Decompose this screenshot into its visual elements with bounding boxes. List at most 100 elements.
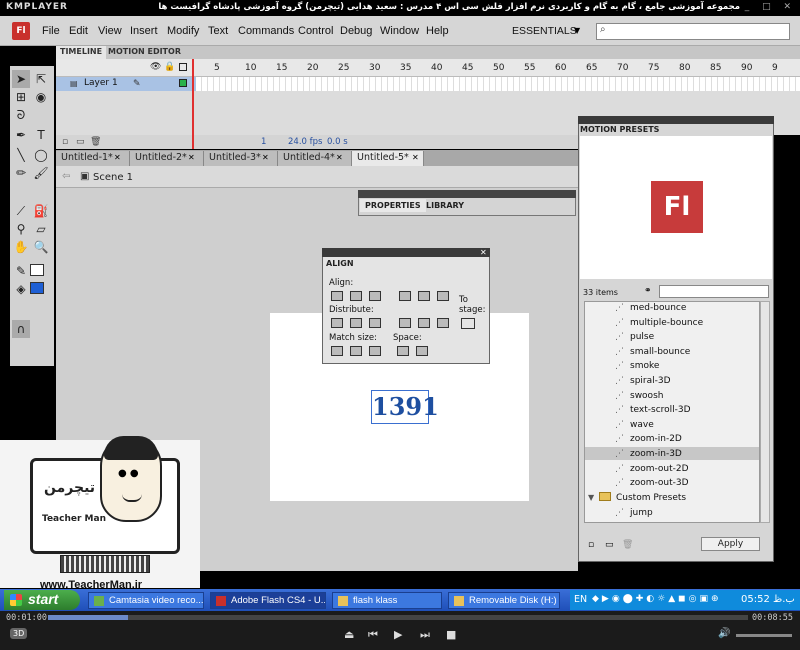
preset-item[interactable]: small-bounce [630,347,690,357]
play-icon[interactable]: ▶ [394,628,402,641]
stroke-color-icon[interactable]: ✎ [12,262,30,280]
menu-view[interactable]: View [98,25,122,37]
free-transform-icon[interactable]: ⊞ [12,88,30,106]
task-flash[interactable]: Adobe Flash CS4 - U... [210,592,326,609]
hand-tool-icon[interactable]: ✋ [12,238,30,256]
menu-edit[interactable]: Edit [69,25,88,37]
distribute-left-icon[interactable] [399,318,411,328]
task-flash-klass[interactable]: flash klass [332,592,442,609]
distribute-bottom-icon[interactable] [369,318,381,328]
layer-name[interactable]: Layer 1 [84,78,118,88]
match-width-icon[interactable] [331,346,343,356]
preset-item[interactable]: text-scroll-3D [630,405,691,415]
preset-item[interactable]: spiral-3D [630,376,671,386]
preset-item[interactable]: zoom-out-2D [630,464,689,474]
folder-toggle-icon[interactable]: ▼ [588,493,594,502]
preset-item[interactable]: wave [630,420,654,430]
close-icon[interactable]: ✕ [412,153,419,162]
preset-jump[interactable]: jump [630,508,653,518]
tab-properties[interactable]: PROPERTIES [360,199,426,212]
close-icon[interactable]: ✕ [114,153,121,162]
new-folder-icon[interactable]: ▭ [605,540,614,550]
stroke-color-swatch[interactable] [30,264,44,276]
tab-motion-editor[interactable]: MOTION EDITOR [104,46,185,59]
new-layer-icon[interactable]: ▫ [62,137,68,147]
menu-file[interactable]: File [42,25,60,37]
eyedropper-icon[interactable]: ⚲ [12,220,30,238]
menu-insert[interactable]: Insert [130,25,158,37]
zoom-tool-icon[interactable]: 🔍 [32,238,50,256]
eraser-icon[interactable]: ▱ [32,220,50,238]
previous-icon[interactable]: ⏮ [368,628,378,642]
new-folder-icon[interactable]: ▭ [76,137,85,147]
workspace-switcher[interactable]: ESSENTIALS [512,25,577,37]
menu-help[interactable]: Help [426,25,449,37]
trash-icon[interactable]: 🗑 [90,137,101,147]
preset-item[interactable]: swoosh [630,391,663,401]
align-bottom-icon[interactable] [437,291,449,301]
pencil-tool-icon[interactable]: ✏ [12,164,30,182]
back-arrow-icon[interactable]: ⇦ [62,171,70,182]
seek-bar[interactable] [48,615,748,620]
align-left-icon[interactable] [331,291,343,301]
close-icon[interactable]: ✕ [336,153,343,162]
playhead[interactable] [192,59,194,149]
oval-tool-icon[interactable]: ◯ [32,146,50,164]
space-vertical-icon[interactable] [397,346,409,356]
fill-color-swatch[interactable] [30,282,44,294]
space-horizontal-icon[interactable] [416,346,428,356]
menu-debug[interactable]: Debug [340,25,372,37]
eject-icon[interactable]: ⏏ [344,628,354,641]
align-vcenter-icon[interactable] [418,291,430,301]
preset-search-input[interactable] [659,285,769,298]
language-indicator[interactable]: EN [574,594,587,605]
stop-icon[interactable]: ■ [446,628,456,641]
align-top-icon[interactable] [399,291,411,301]
apply-button[interactable]: Apply [701,537,760,551]
stage-text-object[interactable]: 1391 [371,390,439,424]
preset-item[interactable]: pulse [630,332,654,342]
volume-icon[interactable]: 🔊 [718,628,730,639]
tab-motion-presets[interactable]: MOTION PRESETS [580,125,659,134]
volume-slider[interactable] [736,634,792,637]
fill-color-icon[interactable]: ◈ [12,280,30,298]
motion-presets-title-bar[interactable] [578,116,774,124]
preset-item[interactable]: zoom-in-3D [630,449,682,459]
line-tool-icon[interactable]: ╲ [12,146,30,164]
chevron-down-icon[interactable]: ▼ [574,26,580,35]
preset-item[interactable]: zoom-in-2D [630,434,682,444]
distribute-right-icon[interactable] [437,318,449,328]
text-tool-icon[interactable]: T [32,126,50,144]
preset-item[interactable]: smoke [630,361,659,371]
menu-window[interactable]: Window [380,25,419,37]
3d-rotation-icon[interactable]: ◉ [32,88,50,106]
distribute-hcenter-icon[interactable] [418,318,430,328]
layer-color-icon[interactable] [179,79,187,87]
menu-text[interactable]: Text [208,25,228,37]
tab-library[interactable]: LIBRARY [421,199,469,212]
preset-item[interactable]: zoom-out-3D [630,478,689,488]
3d-toggle[interactable]: 3D [10,628,28,639]
distribute-vcenter-icon[interactable] [350,318,362,328]
player-window-controls[interactable]: _ □ ✕ [745,2,796,12]
scene-name[interactable]: Scene 1 [93,172,133,183]
eye-icon[interactable]: 👁 [150,62,161,72]
menu-commands[interactable]: Commands [238,25,294,37]
next-icon[interactable]: ⏭ [420,628,430,642]
align-panel-title-bar[interactable] [322,248,490,257]
match-height-icon[interactable] [350,346,362,356]
paint-bucket-icon[interactable]: ⛽ [32,202,50,220]
trash-icon[interactable]: 🗑 [622,540,633,550]
panel-title-bar[interactable] [358,190,576,198]
close-icon[interactable]: ✕ [480,248,487,257]
close-icon[interactable]: ✕ [262,153,269,162]
new-preset-icon[interactable]: ▫ [588,540,594,550]
tab-timeline[interactable]: TIMELINE [56,46,107,59]
lasso-icon[interactable]: ᘐ [12,106,30,124]
outline-icon[interactable] [179,63,187,71]
preset-item[interactable]: med-bounce [630,303,686,313]
pen-tool-icon[interactable]: ✒ [12,126,30,144]
match-both-icon[interactable] [369,346,381,356]
bone-tool-icon[interactable]: ⟋ [12,202,30,220]
to-stage-toggle[interactable] [461,318,475,329]
